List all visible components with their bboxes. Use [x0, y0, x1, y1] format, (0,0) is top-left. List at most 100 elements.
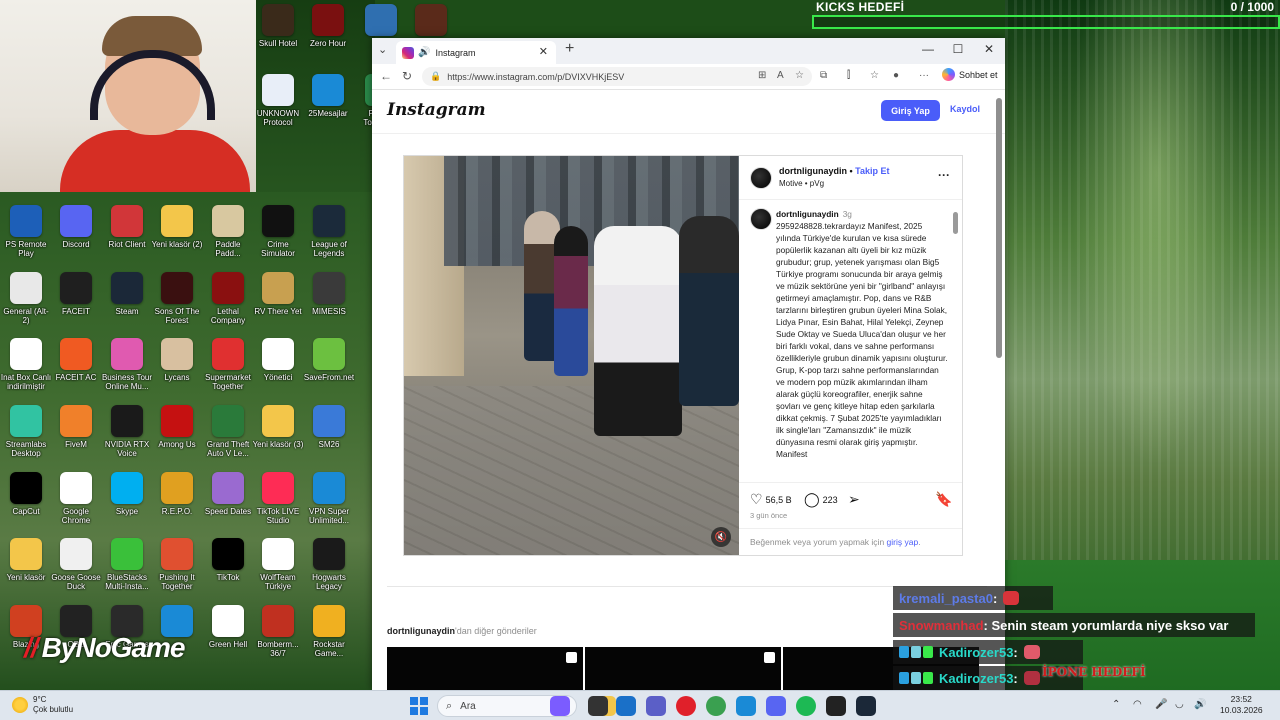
desktop-icon[interactable]: Zero Hour: [302, 4, 354, 59]
caption-avatar[interactable]: [750, 208, 772, 230]
spotify-icon[interactable]: [796, 696, 816, 716]
desktop-icon[interactable]: TikTok LIVE Studio: [252, 472, 304, 527]
copilot-chat-button[interactable]: Sohbet et: [942, 68, 998, 81]
split-screen-icon[interactable]: ⫿: [847, 70, 850, 81]
chevron-up-icon[interactable]: ⌃: [1112, 699, 1120, 710]
network-icon[interactable]: ◠: [1133, 699, 1142, 710]
desktop-icon[interactable]: Supermarket Together: [202, 338, 254, 393]
more-menu-icon[interactable]: ···: [919, 70, 929, 81]
desktop-icon[interactable]: UNKNOWN Protocol: [252, 74, 304, 129]
windows-start-icon[interactable]: [410, 697, 428, 715]
follow-button[interactable]: Takip Et: [855, 166, 889, 176]
post-thumbnail[interactable]: [585, 647, 781, 690]
teams-icon[interactable]: [646, 696, 666, 716]
desktop-icon[interactable]: Skull Hotel: [252, 4, 304, 59]
post-thumbnail[interactable]: [387, 647, 583, 690]
desktop-icon[interactable]: MIMESIS: [303, 272, 355, 327]
desktop-icon[interactable]: Steam: [101, 272, 153, 327]
desktop-icon[interactable]: Paddle Padd...: [202, 205, 254, 260]
desktop-icon[interactable]: Rockstar Game...: [303, 605, 355, 660]
desktop-icon[interactable]: 25Mesajlar: [302, 74, 354, 129]
like-button[interactable]: ♡ 56,5 B: [750, 491, 792, 508]
tab-actions-icon[interactable]: ⌄: [378, 43, 387, 56]
desktop-icon[interactable]: General (Alt-2): [0, 272, 52, 327]
opera-icon[interactable]: [676, 696, 696, 716]
weather-widget[interactable]: 9°C Çok bulutlu: [12, 695, 73, 715]
app-available-icon[interactable]: ⊞: [758, 70, 766, 81]
obs-icon[interactable]: [826, 696, 846, 716]
desktop-icon[interactable]: Lycans: [151, 338, 203, 393]
desktop-icon[interactable]: Yeni klasör: [0, 538, 52, 593]
desktop-icon[interactable]: Yeni klasör (2): [151, 205, 203, 260]
instagram-logo[interactable]: Instagram: [387, 100, 486, 120]
speaker-icon[interactable]: 🔊: [418, 47, 430, 58]
post-options-icon[interactable]: ···: [938, 168, 950, 182]
desktop-icon[interactable]: Bomberm... 36/7: [252, 605, 304, 660]
edge-icon[interactable]: [736, 696, 756, 716]
volume-icon[interactable]: 🔊: [1194, 699, 1206, 710]
system-clock[interactable]: 23:52 10.03.2026: [1220, 694, 1263, 716]
desktop-icon[interactable]: Lethal Company: [202, 272, 254, 327]
page-scrollbar[interactable]: [996, 98, 1002, 358]
caption-scrollbar[interactable]: [953, 202, 958, 480]
desktop-icon[interactable]: VPN Super Unlimited...: [303, 472, 355, 527]
login-link[interactable]: giriş yap: [887, 537, 919, 547]
save-button[interactable]: 🔖: [935, 491, 955, 508]
post-audio[interactable]: Motive • pVg: [779, 179, 824, 188]
desktop-icon[interactable]: BlueStacks Multi-Insta...: [101, 538, 153, 593]
caption-username[interactable]: dortnligunaydin: [776, 209, 839, 219]
desktop-icon[interactable]: Google Chrome: [50, 472, 102, 527]
chrome-icon[interactable]: [706, 696, 726, 716]
desktop-icon[interactable]: FACEIT: [50, 272, 102, 327]
caption-scroll-thumb[interactable]: [953, 212, 958, 234]
desktop-icon[interactable]: Yönetici: [252, 338, 304, 393]
avatar[interactable]: [750, 167, 772, 189]
profile-icon[interactable]: ●: [893, 70, 899, 81]
post-video[interactable]: 🔇: [404, 156, 739, 555]
desktop-icon[interactable]: Sons Of The Forest: [151, 272, 203, 327]
read-aloud-icon[interactable]: A: [777, 70, 784, 81]
login-button[interactable]: Giriş Yap: [881, 100, 940, 121]
minimize-button[interactable]: —: [913, 42, 943, 56]
desktop-icon[interactable]: Streamlabs Desktop: [0, 405, 52, 460]
share-button[interactable]: ➢: [848, 491, 863, 508]
copilot-icon[interactable]: [550, 696, 570, 716]
desktop-icon[interactable]: RV There Yet: [252, 272, 304, 327]
desktop-icon[interactable]: Riot Client: [101, 205, 153, 260]
outlook-icon[interactable]: [616, 696, 636, 716]
steam-icon[interactable]: [856, 696, 876, 716]
desktop-icon[interactable]: Discord: [50, 205, 102, 260]
discord-icon[interactable]: [766, 696, 786, 716]
tab-instagram[interactable]: 🔊 Instagram ✕: [396, 41, 556, 64]
task-view-icon[interactable]: [588, 696, 608, 716]
comment-button[interactable]: ◯ 223: [804, 491, 838, 508]
desktop-icon[interactable]: Goose Goose Duck: [50, 538, 102, 593]
desktop-icon[interactable]: Inat Box Canlı indirilmiştir: [0, 338, 52, 393]
microphone-icon[interactable]: 🎤: [1155, 699, 1167, 710]
favorites-icon[interactable]: ☆: [870, 70, 879, 81]
desktop-icon[interactable]: SM26: [303, 405, 355, 460]
desktop-icon[interactable]: Business Tour Online Mu...: [101, 338, 153, 393]
extensions-icon[interactable]: ⧉: [820, 70, 827, 81]
signup-link[interactable]: Kaydol: [950, 104, 980, 114]
desktop-icon[interactable]: SaveFrom.net: [303, 338, 355, 393]
mute-icon[interactable]: 🔇: [711, 527, 731, 547]
refresh-button[interactable]: ↻: [402, 69, 412, 83]
desktop-icon[interactable]: Grand Theft Auto V Le...: [202, 405, 254, 460]
desktop-icon[interactable]: TikTok: [202, 538, 254, 593]
desktop-icon[interactable]: Skype: [101, 472, 153, 527]
close-window-button[interactable]: ✕: [974, 42, 1004, 56]
desktop-icon[interactable]: FiveM: [50, 405, 102, 460]
post-author[interactable]: dortnligunaydin • Takip Et: [779, 166, 890, 176]
back-button[interactable]: ←: [380, 69, 392, 83]
wifi-icon[interactable]: ◡: [1175, 699, 1184, 710]
desktop-icon[interactable]: Pushing It Together: [151, 538, 203, 593]
desktop-icon[interactable]: Yeni klasör (3): [252, 405, 304, 460]
desktop-icon[interactable]: Speed Dates: [202, 472, 254, 527]
desktop-icon[interactable]: Green Hell: [202, 605, 254, 660]
favorite-star-icon[interactable]: ☆: [795, 70, 804, 81]
url-field[interactable]: 🔒 https://www.instagram.com/p/DVIXVHKjES…: [422, 67, 812, 86]
maximize-button[interactable]: ☐: [943, 42, 973, 56]
desktop-icon[interactable]: League of Legends: [303, 205, 355, 260]
desktop-icon[interactable]: NVIDIA RTX Voice: [101, 405, 153, 460]
